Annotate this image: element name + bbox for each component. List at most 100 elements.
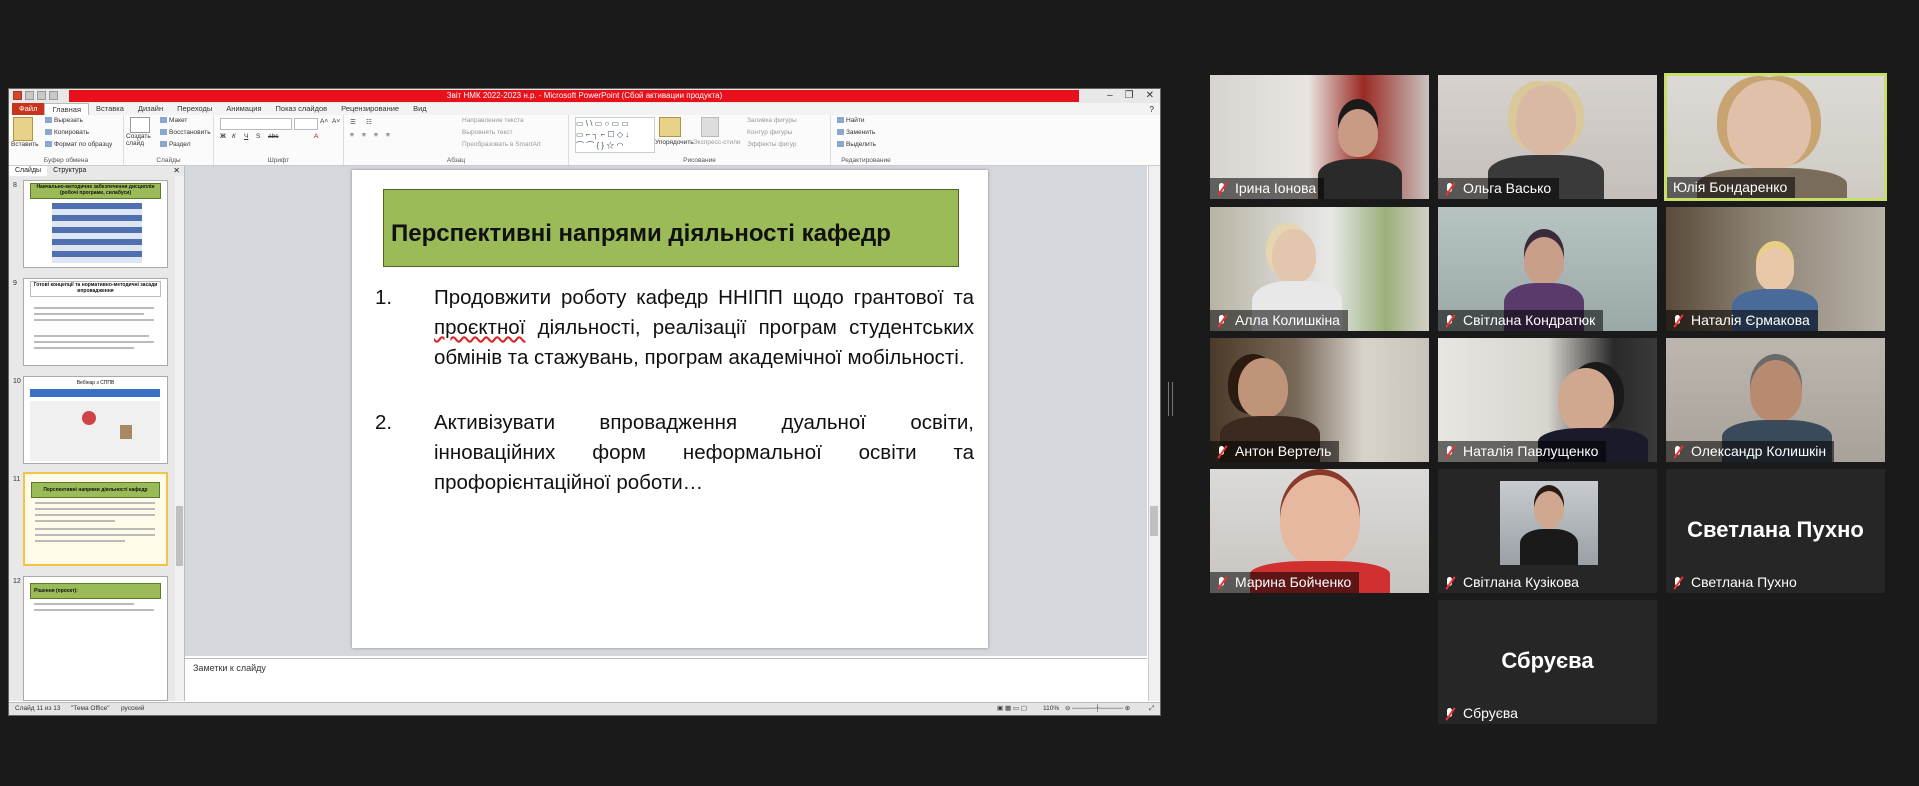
format-painter-button[interactable]: Формат по образцу <box>45 141 112 148</box>
name-label: Наталія Павлущенко <box>1463 443 1599 459</box>
maximize-icon[interactable]: ❐ <box>1125 89 1134 103</box>
paste-button[interactable]: Вставить <box>11 141 39 148</box>
shapes-gallery[interactable]: ▭ \ \ ▭ ○ ▭ ▭ ▭ ⌐ ┐ ⌐ ☐ ◇ ↓ ⌒ ⌒ { } ☆ ◠ <box>575 117 655 153</box>
align-text-button[interactable]: Выровнять текст <box>462 129 513 136</box>
editor-scrollbar[interactable] <box>1148 166 1160 701</box>
smartart-button[interactable]: Преобразовать в SmartArt <box>462 141 541 148</box>
participant-name: Ірина Іонова <box>1210 178 1325 199</box>
slide-list-item[interactable]: 2. Активізувати впровадження дуальної ос… <box>375 408 974 498</box>
slide-thumbnail-10[interactable]: Вебінар з СППВ <box>23 376 168 464</box>
slide-thumbnail-9[interactable]: Готові концепції та нормативно-методичні… <box>23 278 168 366</box>
slides-panel-scrollbar[interactable] <box>175 176 184 701</box>
participant-tile[interactable]: Марина Бойченко <box>1210 469 1429 593</box>
quick-styles-button[interactable]: Экспресс-стили <box>693 139 741 146</box>
participant-tile[interactable]: Светлана Пухно Светлана Пухно <box>1666 469 1885 593</box>
thumbnail-text-line <box>34 307 154 309</box>
mic-muted-icon <box>1214 313 1230 329</box>
tab-file[interactable]: Файл <box>12 103 45 115</box>
new-slide-icon[interactable] <box>130 117 150 133</box>
status-slide-counter: Слайд 11 из 13 <box>15 705 61 712</box>
justify-icon[interactable]: ≡ <box>386 132 390 139</box>
select-button[interactable]: Выделить <box>837 141 876 148</box>
grow-font-icon[interactable]: A˄ <box>320 118 328 125</box>
tab-home[interactable]: Главная <box>44 102 89 116</box>
numbering-icon[interactable]: ☷ <box>366 118 372 126</box>
copy-button[interactable]: Копировать <box>45 129 89 136</box>
bullets-icon[interactable]: ☰ <box>350 118 356 126</box>
item-number: 1. <box>375 286 393 309</box>
participant-tile[interactable]: Ірина Іонова <box>1210 75 1429 199</box>
zoom-slider[interactable]: ⊖ ─────┼───── ⊕ <box>1065 703 1130 715</box>
participant-tile[interactable]: Ольга Васько <box>1438 75 1657 199</box>
tab-transitions[interactable]: Переходы <box>170 103 219 115</box>
mic-muted-icon <box>1442 706 1458 722</box>
minimize-icon[interactable]: – <box>1107 89 1113 103</box>
shape-fill-button[interactable]: Заливка фигуры <box>747 117 797 124</box>
fit-slide-icon[interactable]: ⤢ <box>1149 703 1154 715</box>
shape-effects-button[interactable]: Эффекты фигур <box>747 141 797 148</box>
layout-button[interactable]: Макет <box>160 117 187 124</box>
align-left-icon[interactable]: ≡ <box>350 132 354 139</box>
slide-thumbnail-12[interactable]: Рішення (проєкт): <box>23 576 168 701</box>
new-slide-button[interactable]: Создать слайд <box>126 133 156 147</box>
arrange-icon[interactable] <box>659 117 681 137</box>
item-text-part: Продовжити роботу кафедр ННІПП щодо гран… <box>434 286 974 309</box>
tab-outline[interactable]: Структура <box>47 166 92 176</box>
shape-outline-button[interactable]: Контур фигуры <box>747 129 792 136</box>
align-right-icon[interactable]: ≡ <box>374 132 378 139</box>
cut-button[interactable]: Вырезать <box>45 117 83 124</box>
tab-design[interactable]: Дизайн <box>131 103 170 115</box>
arrange-button[interactable]: Упорядочить <box>655 139 694 146</box>
participant-tile[interactable]: Світлана Кузікова <box>1438 469 1657 593</box>
slide-thumbnail-11[interactable]: Перспективні напрями діяльності кафедр <box>23 472 168 566</box>
participant-tile[interactable]: Олександр Колишкін <box>1666 338 1885 462</box>
group-clipboard: Вставить Вырезать Копировать Формат по о… <box>9 115 124 165</box>
tab-slides[interactable]: Слайды <box>9 166 48 176</box>
participant-tile[interactable]: Антон Вертель <box>1210 338 1429 462</box>
slide-editor: Перспективні напрями діяльності кафедр 1… <box>185 166 1147 656</box>
italic-icon[interactable]: К <box>232 133 236 140</box>
align-center-icon[interactable]: ≡ <box>362 132 366 139</box>
participant-tile[interactable]: Наталія Єрмакова <box>1666 207 1885 331</box>
notes-pane[interactable]: Заметки к слайду <box>185 658 1147 701</box>
tab-view[interactable]: Вид <box>406 103 434 115</box>
panel-splitter[interactable] <box>1168 382 1173 416</box>
shrink-font-icon[interactable]: A˅ <box>332 118 340 125</box>
participant-tile-active-speaker[interactable]: Юлія Бондаренко <box>1664 73 1887 201</box>
view-normal-icon[interactable]: ▣ ▦ ▭ ▢ <box>997 703 1027 715</box>
name-label: Світлана Кондратюк <box>1463 312 1596 328</box>
tab-slide-show[interactable]: Показ слайдов <box>269 103 335 115</box>
replace-button[interactable]: Заменить <box>837 129 875 136</box>
participant-tile[interactable]: Світлана Кондратюк <box>1438 207 1657 331</box>
slide-thumbnail-8[interactable]: Навчально-методичне забезпечення дисципл… <box>23 180 168 268</box>
section-button[interactable]: Раздел <box>160 141 190 148</box>
reset-button[interactable]: Восстановить <box>160 129 211 136</box>
paste-icon[interactable] <box>13 117 33 141</box>
tab-animations[interactable]: Анимация <box>219 103 268 115</box>
scrollbar-thumb[interactable] <box>1150 506 1158 536</box>
panel-close-icon[interactable]: ✕ <box>173 166 180 176</box>
participant-tile[interactable]: Алла Колишкіна <box>1210 207 1429 331</box>
bold-icon[interactable]: Ж <box>220 133 226 140</box>
slide-list-item[interactable]: 1. Продовжити роботу кафедр ННІПП щодо г… <box>375 283 974 403</box>
thumbnail-text-line <box>34 341 154 343</box>
underline-icon[interactable]: Ч <box>244 133 248 140</box>
current-slide[interactable]: Перспективні напрями діяльності кафедр 1… <box>352 170 988 648</box>
strikethrough-icon[interactable]: abc <box>268 133 278 140</box>
font-color-icon[interactable]: A <box>314 133 318 140</box>
shadow-icon[interactable]: S <box>256 133 260 140</box>
slide-title-box[interactable]: Перспективні напрями діяльності кафедр <box>383 189 959 267</box>
help-icon[interactable]: ? <box>1150 105 1154 114</box>
font-family-select[interactable] <box>220 118 292 130</box>
close-icon[interactable]: ✕ <box>1146 89 1154 103</box>
quick-styles-icon[interactable] <box>701 117 719 137</box>
tab-review[interactable]: Рецензирование <box>334 103 406 115</box>
participant-tile[interactable]: Сбруєва Сбруєва <box>1438 600 1657 724</box>
font-size-select[interactable] <box>294 118 318 130</box>
tab-insert[interactable]: Вставка <box>89 103 131 115</box>
text-direction-button[interactable]: Направление текста <box>462 117 524 124</box>
thumbnail-number: 9 <box>13 280 17 287</box>
scrollbar-thumb[interactable] <box>176 506 183 566</box>
participant-tile[interactable]: Наталія Павлущенко <box>1438 338 1657 462</box>
find-button[interactable]: Найти <box>837 117 865 124</box>
